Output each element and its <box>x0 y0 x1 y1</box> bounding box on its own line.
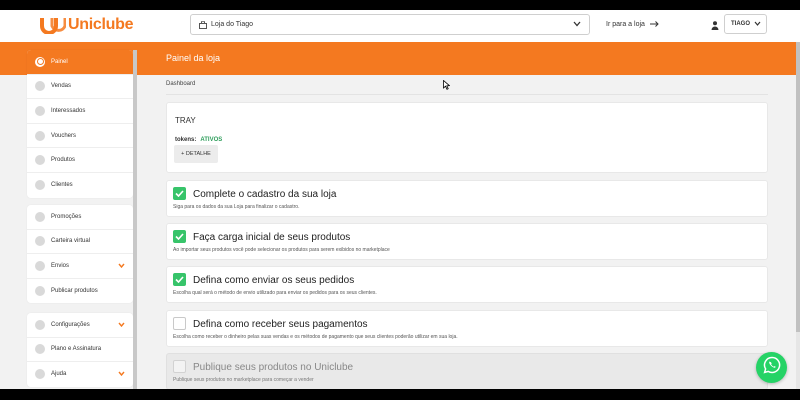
sidebar-item-label: Ajuda <box>51 371 67 378</box>
sidebar-item-label: Envios <box>51 262 70 269</box>
tokens-label: tokens: <box>175 137 197 143</box>
step-description: Ao importar seus produtos você pode sele… <box>173 247 390 253</box>
step-title: Defina como receber seus pagamentos <box>193 319 368 330</box>
shopping-bag-icon <box>199 20 207 29</box>
sidebar-group-marketing: Promoções Carteira virtual Envios Public… <box>27 205 133 304</box>
tokens-status: tokens: ATIVOS <box>175 137 222 143</box>
settings-icon <box>35 319 45 330</box>
mouse-cursor-icon <box>443 77 451 95</box>
detail-button[interactable]: + DETALHE <box>174 145 218 163</box>
sidebar-item-label: Interessados <box>51 107 86 114</box>
sidebar-item-label: Clientes <box>51 182 73 189</box>
checkbox-unchecked-icon[interactable] <box>173 317 186 330</box>
chevron-down-icon <box>573 21 581 29</box>
onboarding-step[interactable]: Defina como enviar os seus pedidos Escol… <box>166 266 768 303</box>
breadcrumb[interactable]: Dashboard <box>166 81 195 87</box>
divider <box>166 94 768 95</box>
step-description: Siga para os dados da sua Loja para fina… <box>173 204 300 210</box>
sidebar-item-label: Configurações <box>51 321 90 328</box>
sidebar-item-carteira-virtual[interactable]: Carteira virtual <box>27 230 133 255</box>
step-title: Publique seus produtos no Uniclube <box>193 362 354 373</box>
clients-icon <box>35 180 45 191</box>
user-name: TIAGO <box>731 21 750 27</box>
whatsapp-button[interactable] <box>756 352 787 383</box>
sidebar-group-main: Painel Vendas Interessados Vouchers Prod… <box>27 50 133 198</box>
step-description: Escolha qual será o método de envio util… <box>173 290 377 296</box>
shipping-icon <box>35 260 45 271</box>
chevron-down-icon <box>118 322 125 329</box>
goto-store-label: Ir para a loja <box>606 20 645 28</box>
sidebar-item-envios[interactable]: Envios <box>27 254 133 279</box>
sales-icon <box>35 81 45 92</box>
sidebar-item-painel[interactable]: Painel <box>27 50 133 75</box>
onboarding-step[interactable]: Complete o cadastro da sua loja Siga par… <box>166 180 768 217</box>
onboarding-step[interactable]: Defina como receber seus pagamentos Esco… <box>166 310 768 347</box>
sidebar-item-label: Plano e Assinatura <box>51 346 102 353</box>
dashboard-icon <box>35 56 45 67</box>
checkbox-checked-icon[interactable] <box>173 273 186 286</box>
step-title: Defina como enviar os seus pedidos <box>193 275 355 286</box>
publish-icon <box>35 286 45 297</box>
tray-title: TRAY <box>175 116 196 125</box>
sidebar-item-produtos[interactable]: Produtos <box>27 148 133 173</box>
store-select-value: Loja do Tiago <box>211 21 254 28</box>
interested-icon <box>35 105 45 116</box>
goto-store-link[interactable]: Ir para a loja <box>606 19 659 29</box>
wallet-icon <box>35 236 45 247</box>
sidebar-item-label: Produtos <box>51 157 76 164</box>
sidebar-item-promocoes[interactable]: Promoções <box>27 205 133 230</box>
logo-mark-icon <box>40 18 66 34</box>
checkbox-checked-icon[interactable] <box>173 187 186 200</box>
onboarding-step[interactable]: Faça carga inicial de seus produtos Ao i… <box>166 223 768 260</box>
scrollbar-thumb[interactable] <box>796 42 800 332</box>
user-icon <box>711 17 719 35</box>
chevron-down-icon <box>118 371 125 378</box>
sidebar-group-settings: Configurações Plano e Assinatura Ajuda <box>27 313 133 387</box>
tray-integration-card: TRAY tokens: ATIVOS + DETALHE <box>166 102 768 173</box>
step-description: Publique seus produtos no marketplace pa… <box>173 377 314 383</box>
promotion-icon <box>35 211 45 222</box>
sidebar-item-interessados[interactable]: Interessados <box>27 99 133 124</box>
page-title: Painel da loja <box>166 53 221 63</box>
sidebar-item-vendas[interactable]: Vendas <box>27 75 133 100</box>
sidebar-item-label: Vouchers <box>51 132 77 139</box>
screen-top-border <box>0 0 800 10</box>
chevron-down-icon <box>118 263 125 270</box>
sidebar-item-label: Vendas <box>51 83 72 90</box>
voucher-icon <box>35 130 45 141</box>
sidebar-item-ajuda[interactable]: Ajuda <box>27 362 133 387</box>
checkbox-checked-icon[interactable] <box>173 230 186 243</box>
uniclube-logo[interactable]: Uniclube <box>40 16 133 34</box>
tokens-status-badge: ATIVOS <box>200 137 223 143</box>
sidebar-item-label: Painel <box>51 58 68 65</box>
sidebar-item-label: Promoções <box>51 213 82 220</box>
store-select[interactable]: Loja do Tiago <box>190 14 590 35</box>
onboarding-step: Publique seus produtos no Uniclube Publi… <box>166 353 768 390</box>
step-title: Faça carga inicial de seus produtos <box>193 232 351 243</box>
step-title: Complete o cadastro da sua loja <box>193 189 337 200</box>
sidebar-item-vouchers[interactable]: Vouchers <box>27 124 133 149</box>
plan-icon <box>35 344 45 355</box>
sidebar-item-plano-assinatura[interactable]: Plano e Assinatura <box>27 338 133 363</box>
sidebar-item-configuracoes[interactable]: Configurações <box>27 313 133 338</box>
sidebar-item-clientes[interactable]: Clientes <box>27 173 133 198</box>
sidebar-scrollbar[interactable] <box>133 50 137 389</box>
main-scrollbar[interactable] <box>796 42 800 389</box>
help-icon <box>35 369 45 380</box>
logo-text: Uniclube <box>68 16 134 33</box>
sidebar-item-label: Carteira virtual <box>51 238 91 245</box>
arrow-right-icon <box>649 19 659 29</box>
whatsapp-icon <box>763 356 781 379</box>
step-description: Escolha como receber o dinheiro pelas su… <box>173 334 458 340</box>
products-icon <box>35 155 45 166</box>
chevron-down-icon <box>754 21 761 28</box>
user-menu-button[interactable]: TIAGO <box>724 14 767 34</box>
sidebar-item-publicar-produtos[interactable]: Publicar produtos <box>27 279 133 304</box>
checkbox-unchecked-icon <box>173 360 186 373</box>
sidebar-item-label: Publicar produtos <box>51 288 98 295</box>
screen-bottom-border <box>0 389 800 400</box>
